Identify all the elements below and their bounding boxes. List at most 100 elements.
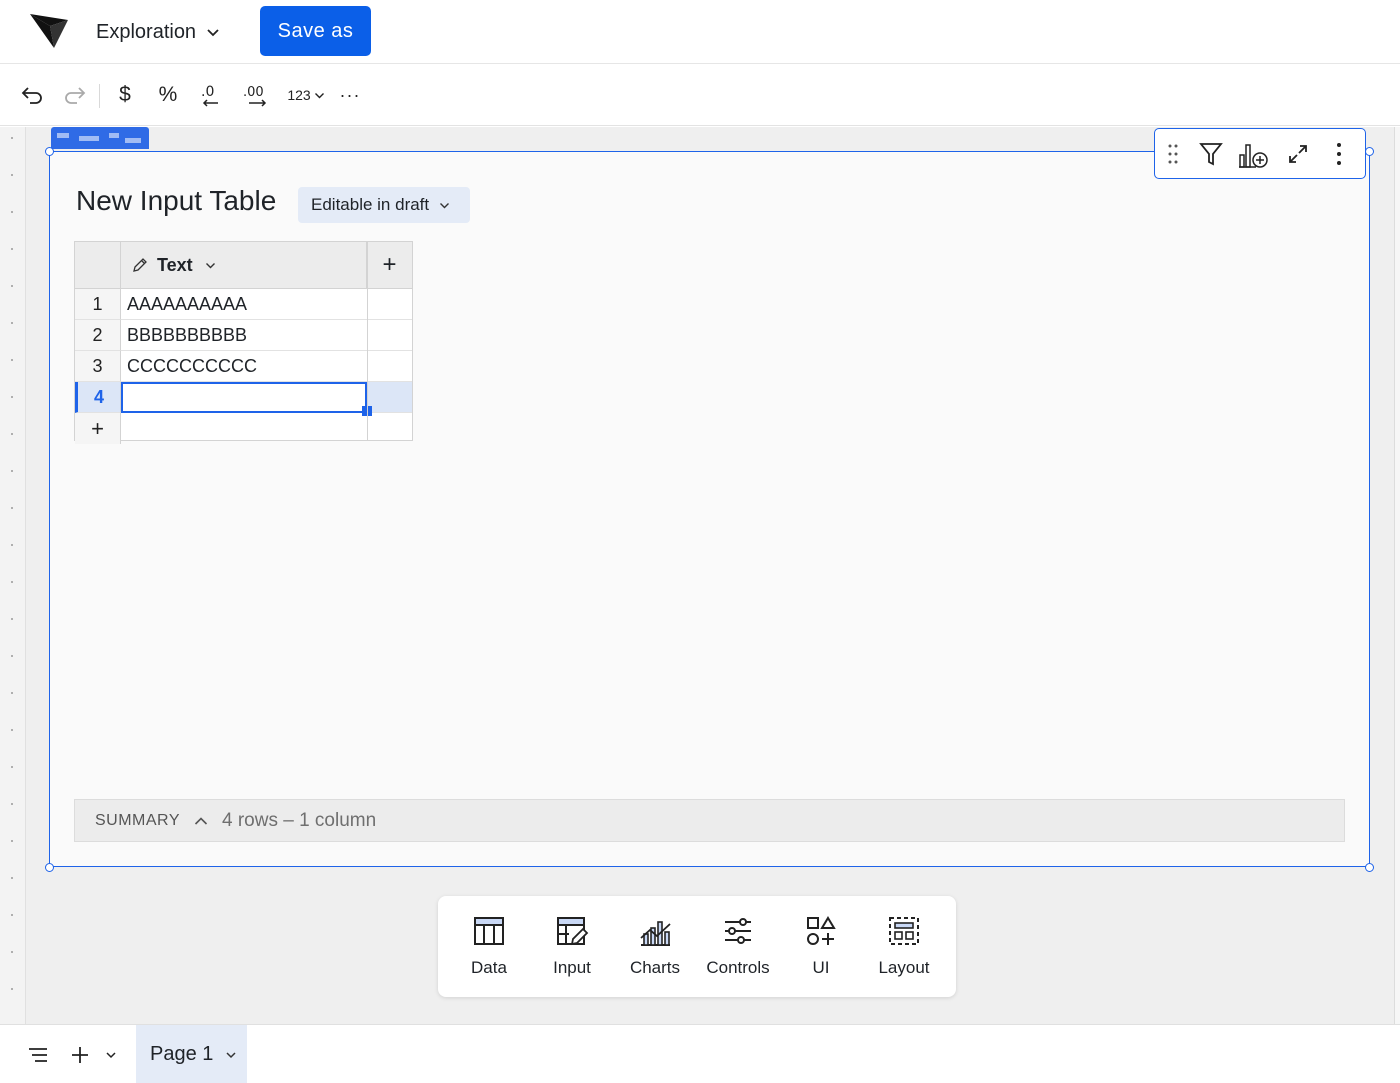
input-table-icon: [557, 917, 589, 946]
page-tab[interactable]: Page 1: [136, 1025, 247, 1083]
drag-handle-icon[interactable]: [1161, 139, 1185, 169]
sliders-icon: [725, 918, 751, 944]
summary-label[interactable]: SUMMARY: [95, 812, 180, 830]
table-cell[interactable]: CCCCCCCCCC: [121, 351, 367, 382]
workbook-title: Exploration: [96, 20, 197, 43]
dock-item-charts[interactable]: Charts: [617, 914, 693, 982]
dock-label: Data: [471, 958, 507, 977]
table-cell[interactable]: AAAAAAAAAA: [121, 289, 367, 320]
ruler-tick: [11, 211, 13, 213]
column-name: Text: [157, 254, 193, 275]
resize-handle-bottom-right[interactable]: [1365, 863, 1374, 872]
workbook-title-menu[interactable]: Exploration: [96, 14, 220, 50]
ruler-tick: [11, 951, 13, 953]
table-icon: [474, 917, 504, 945]
input-table-grid: Text + 1 AAAAAAAAAA 2 BBBBBBBBBB 3 CCCCC…: [74, 241, 413, 444]
ruler-tick: [11, 470, 13, 472]
ruler-tick: [11, 581, 13, 583]
dock-label: Charts: [629, 958, 681, 977]
filter-icon[interactable]: [1195, 139, 1227, 169]
dock-item-input[interactable]: Input: [534, 914, 610, 982]
ruler-tick: [11, 655, 13, 657]
empty-cell: [367, 413, 412, 444]
undo-icon[interactable]: [18, 80, 46, 110]
add-row-button[interactable]: +: [75, 413, 121, 444]
chevron-down-icon: [226, 1051, 236, 1058]
empty-cell: [367, 382, 412, 413]
ruler-tick: [11, 396, 13, 398]
shapes-icon: [807, 916, 836, 945]
ruler-tick: [11, 803, 13, 805]
row-number[interactable]: 2: [75, 320, 121, 351]
empty-cell: [121, 413, 367, 444]
dock-label: UI: [812, 958, 830, 977]
charts-icon: [640, 921, 671, 946]
empty-cell: [367, 289, 412, 320]
top-bar: Exploration Save as: [0, 0, 1400, 64]
ruler-tick: [11, 507, 13, 509]
ruler-tick: [11, 729, 13, 731]
row-number[interactable]: 3: [75, 351, 121, 382]
edit-mode-dropdown[interactable]: Editable in draft: [298, 187, 470, 223]
dock-label: Controls: [706, 958, 770, 977]
row-number-selected[interactable]: 4: [75, 382, 121, 413]
decrease-decimals-icon[interactable]: .0: [197, 80, 225, 110]
ruler-tick: [11, 359, 13, 361]
more-vertical-icon[interactable]: [1327, 139, 1351, 169]
ruler-tick: [11, 840, 13, 842]
ruler-tick: [11, 692, 13, 694]
add-column-button[interactable]: +: [367, 242, 412, 289]
row-number[interactable]: 1: [75, 289, 121, 320]
corner-header-cell: [75, 242, 121, 289]
percent-icon[interactable]: %: [154, 80, 182, 110]
number-format-icon: 123: [287, 87, 311, 103]
pencil-icon: [133, 258, 147, 272]
chevron-down-icon[interactable]: [100, 1041, 122, 1069]
app-logo-icon[interactable]: [28, 12, 70, 50]
ruler-tick: [11, 877, 13, 879]
resize-handle-bottom-left[interactable]: [45, 863, 54, 872]
number-format-dropdown[interactable]: 123: [284, 80, 328, 110]
currency-icon[interactable]: $: [112, 80, 138, 110]
column-header-text[interactable]: Text: [121, 242, 367, 289]
ruler-tick: [11, 433, 13, 435]
page-tab-label: Page 1: [150, 1043, 214, 1065]
add-chart-icon[interactable]: [1235, 139, 1271, 169]
svg-text:.0: .0: [201, 84, 214, 100]
chevron-down-icon: [440, 202, 450, 208]
resize-handle-top-right[interactable]: [1365, 147, 1374, 156]
ruler-tick: [11, 322, 13, 324]
dock-item-layout[interactable]: Layout: [866, 914, 942, 982]
more-icon[interactable]: ···: [336, 80, 364, 110]
add-page-icon[interactable]: [66, 1041, 94, 1069]
element-name-tag[interactable]: [51, 127, 149, 149]
ruler-tick: [11, 618, 13, 620]
dock-item-controls[interactable]: Controls: [700, 914, 776, 982]
increase-decimals-icon[interactable]: .00: [240, 80, 272, 110]
svg-text:.00: .00: [243, 85, 264, 100]
resize-handle-top-left[interactable]: [45, 147, 54, 156]
ruler-tick: [11, 174, 13, 176]
format-toolbar: $ % .0 .00 123 ···: [0, 64, 1400, 126]
element-toolbar: [1154, 128, 1366, 179]
dock-item-data[interactable]: Data: [451, 914, 527, 982]
chevron-down-icon: [205, 262, 215, 268]
save-as-button[interactable]: Save as: [260, 6, 371, 56]
edit-mode-label: Editable in draft: [311, 195, 430, 214]
dock-label: Input: [553, 958, 591, 977]
empty-cell: [367, 351, 412, 382]
expand-icon[interactable]: [1283, 139, 1313, 169]
vertical-ruler: [0, 127, 26, 1024]
ruler-tick: [11, 137, 13, 139]
dock-item-ui[interactable]: UI: [783, 914, 859, 982]
redo-icon[interactable]: [61, 80, 89, 110]
ruler-tick: [11, 248, 13, 250]
chevron-up-icon[interactable]: [194, 816, 208, 826]
right-panel-edge: [1394, 127, 1400, 1024]
table-cell[interactable]: BBBBBBBBBB: [121, 320, 367, 351]
ruler-tick: [11, 285, 13, 287]
table-title[interactable]: New Input Table: [76, 185, 276, 217]
selected-input-cell[interactable]: [121, 382, 367, 413]
page-list-icon[interactable]: [24, 1041, 52, 1069]
dock-label: Layout: [878, 958, 930, 977]
